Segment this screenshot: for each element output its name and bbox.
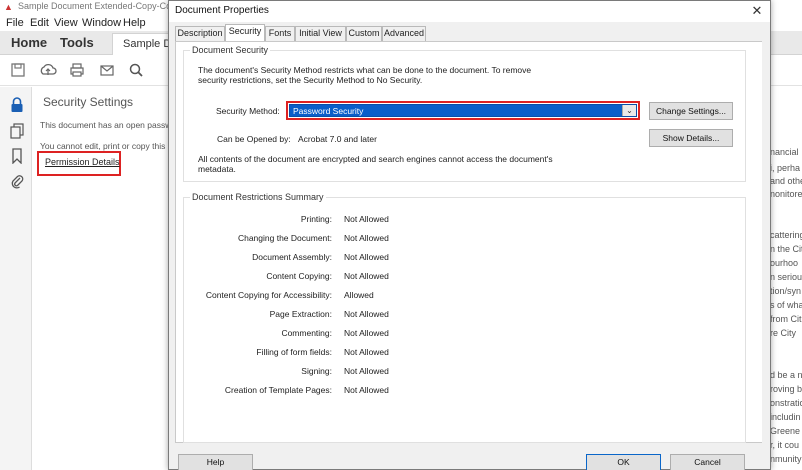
security-settings-panel: Security Settings This document has an o… <box>32 87 176 470</box>
tab-description[interactable]: Description <box>175 26 225 41</box>
restriction-label: Content Copying: <box>266 271 332 281</box>
opened-by-label: Can be Opened by: <box>217 134 291 144</box>
menu-file[interactable]: File <box>6 17 24 29</box>
doc-text-fragment: i, perha <box>770 163 801 173</box>
doc-text-fragment: from Cit <box>770 314 802 324</box>
doc-text-fragment: nancial <box>770 147 799 157</box>
doc-text-fragment: and othe <box>770 176 802 186</box>
doc-text-fragment: Greene <box>770 426 801 436</box>
restriction-value: Not Allowed <box>344 309 389 319</box>
document-properties-dialog: Document Properties ✕ Description Securi… <box>168 0 771 470</box>
menu-help[interactable]: Help <box>123 17 146 29</box>
pages-icon[interactable] <box>9 123 25 141</box>
restriction-label: Signing: <box>301 366 332 376</box>
restriction-value: Not Allowed <box>344 385 389 395</box>
change-settings-button[interactable]: Change Settings... <box>649 102 733 120</box>
menu-view[interactable]: View <box>54 17 78 29</box>
restriction-label: Content Copying for Accessibility: <box>205 290 332 300</box>
tab-tools[interactable]: Tools <box>60 35 94 50</box>
chevron-down-icon[interactable]: ⌄ <box>622 105 636 116</box>
tab-security[interactable]: Security <box>225 24 265 41</box>
restriction-label: Document Assembly: <box>252 252 332 262</box>
doc-text-fragment: onstratio <box>770 398 802 408</box>
restriction-label: Changing the Document: <box>237 233 332 243</box>
doc-text-fragment: d be a n <box>770 370 802 380</box>
doc-text-fragment: n seriou <box>770 272 802 282</box>
help-button[interactable]: Help <box>178 454 253 470</box>
document-security-group: Document Security The document's Securit… <box>183 45 746 182</box>
restriction-value: Not Allowed <box>344 347 389 357</box>
doc-text-fragment: nonitore <box>770 189 802 199</box>
restriction-value: Not Allowed <box>344 214 389 224</box>
doc-text-fragment: ourhoo <box>770 258 799 268</box>
doc-text-fragment: includin <box>770 412 801 422</box>
doc-text-fragment: n the Cit <box>770 244 802 254</box>
restriction-label: Filling of form fields: <box>256 347 332 357</box>
doc-text-fragment: s of wha <box>770 300 802 310</box>
restriction-value: Not Allowed <box>344 366 389 376</box>
tab-initial-view[interactable]: Initial View <box>295 26 346 41</box>
bookmark-icon[interactable] <box>9 148 25 166</box>
doc-text-fragment: nmunity <box>770 454 802 464</box>
restrictions-summary-label: Document Restrictions Summary <box>190 192 326 202</box>
restriction-value: Not Allowed <box>344 233 389 243</box>
close-icon[interactable]: ✕ <box>750 3 764 19</box>
security-intro-line1: The document's Security Method restricts… <box>198 65 532 75</box>
doc-text-fragment: tion/syn <box>770 286 802 296</box>
tab-home[interactable]: Home <box>11 35 47 50</box>
lock-icon[interactable] <box>9 97 25 115</box>
pdf-app-icon: ▲ <box>4 2 13 12</box>
encryption-note-line1: All contents of the document are encrypt… <box>198 154 553 164</box>
restriction-value: Not Allowed <box>344 271 389 281</box>
document-page-edge: nancial i, perha and othe nonitore catte… <box>768 87 802 470</box>
dialog-title: Document Properties <box>175 5 269 16</box>
restriction-label: Commenting: <box>281 328 332 338</box>
security-panel-title: Security Settings <box>43 95 134 109</box>
opened-by-value: Acrobat 7.0 and later <box>298 134 377 144</box>
dialog-titlebar: Document Properties ✕ <box>169 1 770 22</box>
restriction-label: Creation of Template Pages: <box>224 385 332 395</box>
restriction-value: Not Allowed <box>344 328 389 338</box>
tab-custom[interactable]: Custom <box>346 26 382 41</box>
menu-edit[interactable]: Edit <box>30 17 49 29</box>
search-icon[interactable] <box>127 62 145 80</box>
app-window-title: Sample Document Extended-Copy-Co <box>18 1 172 11</box>
email-icon[interactable] <box>98 62 116 80</box>
tab-advanced[interactable]: Advanced <box>382 26 426 41</box>
restriction-value: Not Allowed <box>344 252 389 262</box>
cancel-button[interactable]: Cancel <box>670 454 745 470</box>
tab-fonts[interactable]: Fonts <box>265 26 295 41</box>
security-method-value: Password Security <box>293 106 364 116</box>
print-icon[interactable] <box>68 62 86 80</box>
security-tab-panel: Document Security The document's Securit… <box>175 41 764 443</box>
show-details-button[interactable]: Show Details... <box>649 129 733 147</box>
doc-text-fragment: re City <box>770 328 797 338</box>
dialog-scrollbar[interactable] <box>762 22 770 469</box>
doc-text-fragment: r, it cou <box>770 440 800 450</box>
ok-button[interactable]: OK <box>586 454 661 470</box>
security-panel-line2: You cannot edit, print or copy this <box>40 141 166 151</box>
security-method-label: Security Method: <box>216 106 280 116</box>
encryption-note-line2: metadata. <box>198 164 236 174</box>
upload-icon[interactable] <box>39 62 57 80</box>
document-security-label: Document Security <box>190 45 271 55</box>
menu-window[interactable]: Window <box>82 17 121 29</box>
left-rail <box>0 87 32 470</box>
doc-text-fragment: roving b <box>770 384 802 394</box>
restriction-value: Allowed <box>344 290 374 300</box>
security-panel-line1: This document has an open passwo <box>40 120 177 130</box>
save-icon[interactable] <box>9 62 27 80</box>
doc-text-fragment: cattering <box>770 230 802 240</box>
attachment-icon[interactable] <box>9 173 25 191</box>
security-method-select[interactable]: Password Security ⌄ <box>289 104 637 117</box>
permission-details-link[interactable]: Permission Details <box>45 157 120 167</box>
restriction-label: Page Extraction: <box>269 309 332 319</box>
security-intro-line2: security restrictions, set the Security … <box>198 75 423 85</box>
restriction-label: Printing: <box>300 214 332 224</box>
restrictions-summary-group: Document Restrictions Summary Printing: … <box>183 192 746 443</box>
